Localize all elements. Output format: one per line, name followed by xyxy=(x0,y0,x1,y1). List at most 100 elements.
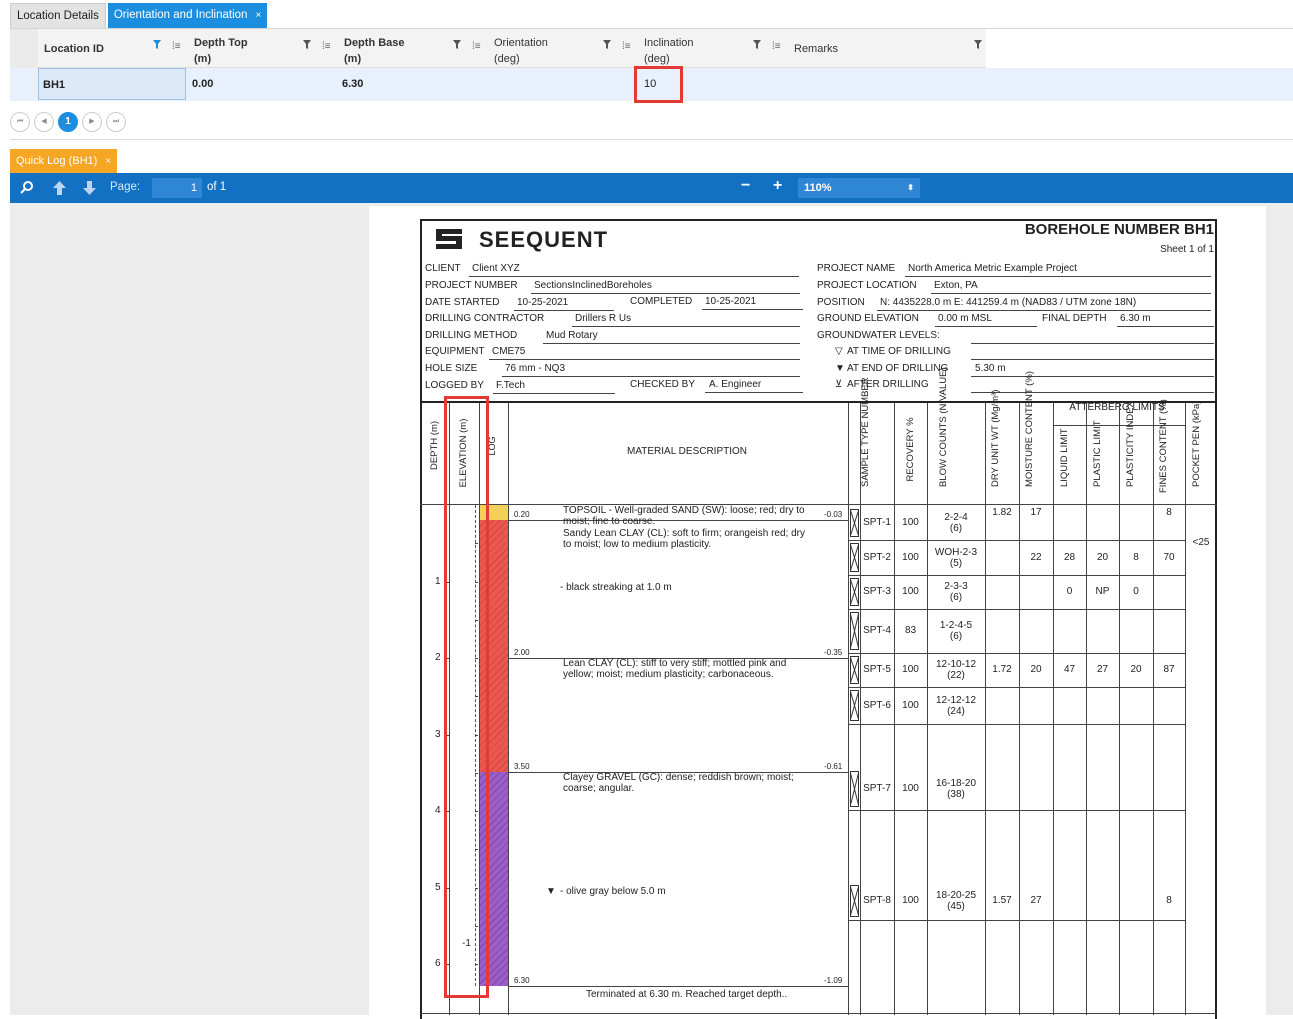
cell-depth-base[interactable]: 6.30 xyxy=(342,68,492,100)
column-menu-icon[interactable]: ⁞≡ xyxy=(322,41,331,52)
info-value: CME75 xyxy=(492,346,526,357)
close-icon[interactable]: × xyxy=(255,10,261,21)
stratum-depth: 3.50 xyxy=(514,762,530,771)
sample-recovery: 100 xyxy=(902,895,919,906)
cell-orientation[interactable] xyxy=(492,68,642,100)
filter-icon[interactable] xyxy=(303,40,311,49)
header-inclination[interactable]: Inclination (deg) ⁞≡ xyxy=(638,29,788,68)
chevron-updown-icon: ⬍ xyxy=(907,183,914,192)
cell-depth-top[interactable]: 0.00 xyxy=(192,68,342,100)
material-description: Clayey GRAVEL (GC): dense; reddish brown… xyxy=(563,772,794,794)
underline xyxy=(877,310,1211,311)
column-menu-icon[interactable]: ⁞≡ xyxy=(772,41,781,52)
header-unit: (deg) xyxy=(494,53,520,65)
column-menu-icon[interactable]: ⁞≡ xyxy=(172,41,181,52)
sample-recovery: 100 xyxy=(902,783,919,794)
arrow-up-icon[interactable] xyxy=(53,181,66,195)
elevation-highlight-box xyxy=(444,396,489,998)
stratum-boundary-right xyxy=(818,658,849,659)
header-pl: PLASTIC LIMIT xyxy=(1092,420,1103,487)
header-moisture: MOISTURE CONTENT (%) xyxy=(1024,371,1035,487)
sample-pl: NP xyxy=(1095,586,1110,597)
column-menu-icon[interactable]: ⁞≡ xyxy=(622,41,631,52)
header-depth-base[interactable]: Depth Base (m) ⁞≡ xyxy=(338,29,488,68)
header-unit: (deg) xyxy=(644,53,670,65)
page-input[interactable]: 1 xyxy=(152,178,202,198)
header-unit: (m) xyxy=(344,53,362,65)
depth-tick-label: 4 xyxy=(435,805,441,816)
underline xyxy=(931,293,1211,294)
sample-recovery: 100 xyxy=(902,586,919,597)
prev-page-button[interactable]: ◀ xyxy=(34,112,54,132)
header-label: Orientation xyxy=(494,37,548,49)
tab-quick-log[interactable]: Quick Log (BH1) × xyxy=(10,149,118,173)
first-page-button[interactable]: ⏮ xyxy=(10,112,30,132)
sample-row-line xyxy=(848,810,1185,811)
gw-aed: AT END OF DRILLING xyxy=(847,363,949,374)
final-depth-label: FINAL DEPTH xyxy=(1042,313,1107,324)
sample-n-value: (45) xyxy=(947,901,965,912)
sample-n-value: (6) xyxy=(949,592,963,603)
last-page-button[interactable]: ⏭ xyxy=(106,112,126,132)
underline xyxy=(971,376,1214,377)
material-description: Lean CLAY (CL): stiff to very stiff; mot… xyxy=(563,658,787,680)
sample-id: SPT-8 xyxy=(863,895,891,906)
arrow-down-icon[interactable] xyxy=(83,181,96,195)
filter-icon[interactable] xyxy=(974,40,982,49)
header-orientation[interactable]: Orientation (deg) ⁞≡ xyxy=(488,29,638,68)
gw-aed-value: 5.30 m xyxy=(975,363,1006,374)
tab-location-details[interactable]: Location Details xyxy=(10,3,106,28)
tab-label: Orientation and Inclination xyxy=(113,9,248,21)
header-pi: PLASTICITY INDEX xyxy=(1125,401,1136,487)
zoom-out-button[interactable]: − xyxy=(741,177,750,195)
sample-spt-icon xyxy=(850,885,859,917)
sample-id: SPT-7 xyxy=(863,783,891,794)
filter-icon[interactable] xyxy=(603,40,611,49)
header-remarks[interactable]: Remarks xyxy=(788,29,986,68)
next-page-button[interactable]: ▶ xyxy=(82,112,102,132)
column-divider xyxy=(1153,403,1154,1015)
column-menu-icon[interactable]: ⁞≡ xyxy=(472,41,481,52)
cell-location-id[interactable]: BH1 xyxy=(38,68,186,100)
zoom-in-button[interactable]: + xyxy=(773,177,782,195)
header-location-id[interactable]: Location ID ⁞≡ xyxy=(38,29,188,68)
stratum-elevation: -0.61 xyxy=(824,762,843,771)
sample-fines: 8 xyxy=(1166,507,1172,518)
info-value: Exton, PA xyxy=(934,280,978,291)
search-icon[interactable] xyxy=(20,181,33,194)
table-bottom-line xyxy=(420,1013,1217,1014)
material-description: Terminated at 6.30 m. Reached target dep… xyxy=(586,989,788,1000)
info-label: HOLE SIZE xyxy=(425,363,478,374)
info-value: Drillers R Us xyxy=(575,313,632,324)
sample-moisture: 22 xyxy=(1030,551,1042,563)
sample-dry-unit: 1.82 xyxy=(992,507,1012,518)
filter-icon[interactable] xyxy=(753,40,761,49)
sample-row-line xyxy=(848,540,1185,541)
sample-ll: 28 xyxy=(1063,551,1076,563)
stratum-elevation: -0.35 xyxy=(824,648,843,657)
filter-icon[interactable] xyxy=(453,40,461,49)
sample-moisture: 20 xyxy=(1030,664,1042,675)
info-label: POSITION xyxy=(817,297,865,308)
tab-orientation-inclination[interactable]: Orientation and Inclination × xyxy=(107,3,268,28)
sample-dry-unit: 1.57 xyxy=(992,895,1012,906)
stratum-depth: 2.00 xyxy=(514,648,530,657)
cell-remarks[interactable] xyxy=(792,68,992,100)
grid-header-row: Location ID ⁞≡ Depth Top (m) ⁞≡ Depth Bas… xyxy=(38,29,986,68)
sample-id: SPT-1 xyxy=(863,517,891,528)
info-value: F.Tech xyxy=(496,380,525,391)
zoom-select[interactable]: 110% ⬍ xyxy=(798,178,920,198)
sample-ll: 0 xyxy=(1066,586,1073,597)
header-depth-top[interactable]: Depth Top (m) ⁞≡ xyxy=(188,29,338,68)
underline xyxy=(971,392,1214,393)
divider xyxy=(10,139,1293,140)
sample-pi: 0 xyxy=(1133,586,1139,597)
close-icon[interactable]: × xyxy=(105,156,111,167)
sample-id: SPT-5 xyxy=(863,664,891,675)
underline xyxy=(971,359,1214,360)
sample-blow: WOH-2-3 xyxy=(934,546,978,558)
sample-recovery: 100 xyxy=(902,517,919,528)
page-1-button[interactable]: 1 xyxy=(58,112,78,132)
underline xyxy=(531,293,800,294)
filter-icon[interactable] xyxy=(153,40,161,49)
